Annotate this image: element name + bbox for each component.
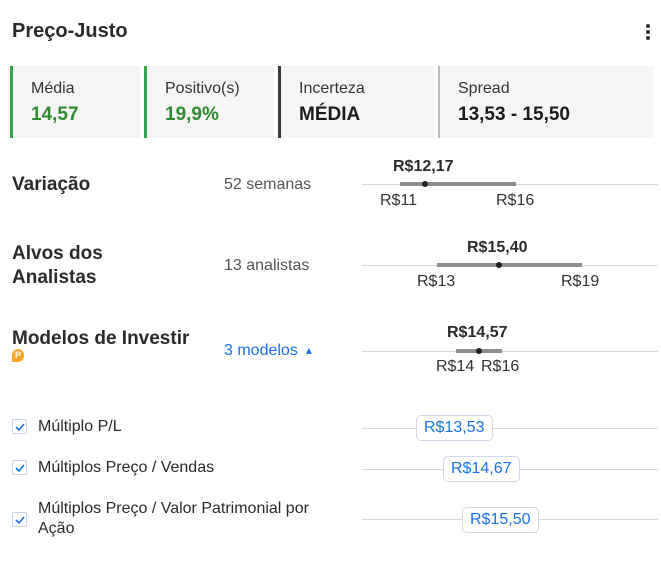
variacao-title: Variação <box>12 174 91 195</box>
alvos-range-bar <box>437 263 582 267</box>
card-incerteza: Incerteza MÉDIA <box>278 66 434 138</box>
modelos-axis <box>362 351 658 352</box>
page-title: Preço-Justo <box>12 20 128 42</box>
alvos-high: R$19 <box>561 273 600 290</box>
model-value-pill[interactable]: R$14,67 <box>443 456 520 482</box>
summary-cards: Média 14,57 Positivo(s) 19,9% Incerteza … <box>10 66 658 138</box>
model-label-line2: Ação <box>38 520 75 537</box>
model-label: Múltiplos Preço / Vendas <box>38 459 215 476</box>
card-value: MÉDIA <box>299 104 361 125</box>
alvos-count: 13 analistas <box>224 257 310 274</box>
chevron-up-icon[interactable]: ▴ <box>306 343 312 357</box>
model-label-line1: Múltiplos Preço / Valor Patrimonial por <box>38 500 309 517</box>
card-label: Positivo(s) <box>165 80 240 97</box>
checkbox-checked-icon <box>15 423 25 432</box>
model-axis <box>362 428 658 429</box>
modelos-high: R$16 <box>481 358 520 375</box>
variacao-current-marker <box>422 181 428 187</box>
variacao-period: 52 semanas <box>224 176 312 193</box>
card-label: Incerteza <box>299 80 365 97</box>
variacao-low: R$11 <box>380 192 418 209</box>
fair-value-header: Preço-Justo <box>12 20 657 44</box>
card-media: Média 14,57 <box>10 66 140 138</box>
kebab-menu-icon[interactable] <box>645 22 651 42</box>
modelos-title: Modelos de Investir <box>12 328 190 349</box>
model-checkbox[interactable] <box>12 419 27 434</box>
model-value-pill[interactable]: R$15,50 <box>462 507 539 533</box>
card-value: 14,57 <box>31 104 79 125</box>
alvos-current-marker <box>496 262 502 268</box>
model-checkbox[interactable] <box>12 512 27 527</box>
card-label: Média <box>31 80 75 97</box>
alvos-title-line1: Alvos dos <box>12 243 103 264</box>
modelos-toggle-label[interactable]: 3 modelos <box>224 342 298 359</box>
card-value: 19,9% <box>165 104 219 125</box>
alvos-low: R$13 <box>417 273 456 290</box>
card-label: Spread <box>458 80 510 97</box>
modelos-low: R$14 <box>436 358 475 375</box>
model-checkbox[interactable] <box>12 460 27 475</box>
alvos-current-price: R$15,40 <box>467 239 528 256</box>
variacao-range-bar <box>400 182 516 186</box>
checkbox-checked-icon <box>15 464 25 473</box>
card-spread: Spread 13,53 - 15,50 <box>438 66 654 138</box>
variacao-current-price: R$12,17 <box>393 158 454 175</box>
checkbox-checked-icon <box>15 516 25 525</box>
card-value: 13,53 - 15,50 <box>458 104 570 125</box>
variacao-high: R$16 <box>496 192 535 209</box>
modelos-toggle[interactable]: 3 modelos ▴ <box>224 342 312 360</box>
modelos-current-marker <box>476 348 482 354</box>
alvos-title-line2: Analistas <box>12 267 97 288</box>
investing-logo-icon: P <box>12 349 24 362</box>
card-positivo: Positivo(s) 19,9% <box>144 66 274 138</box>
modelos-current-price: R$14,57 <box>447 324 508 341</box>
model-label: Múltiplo P/L <box>38 418 122 435</box>
model-value-pill[interactable]: R$13,53 <box>416 415 493 441</box>
